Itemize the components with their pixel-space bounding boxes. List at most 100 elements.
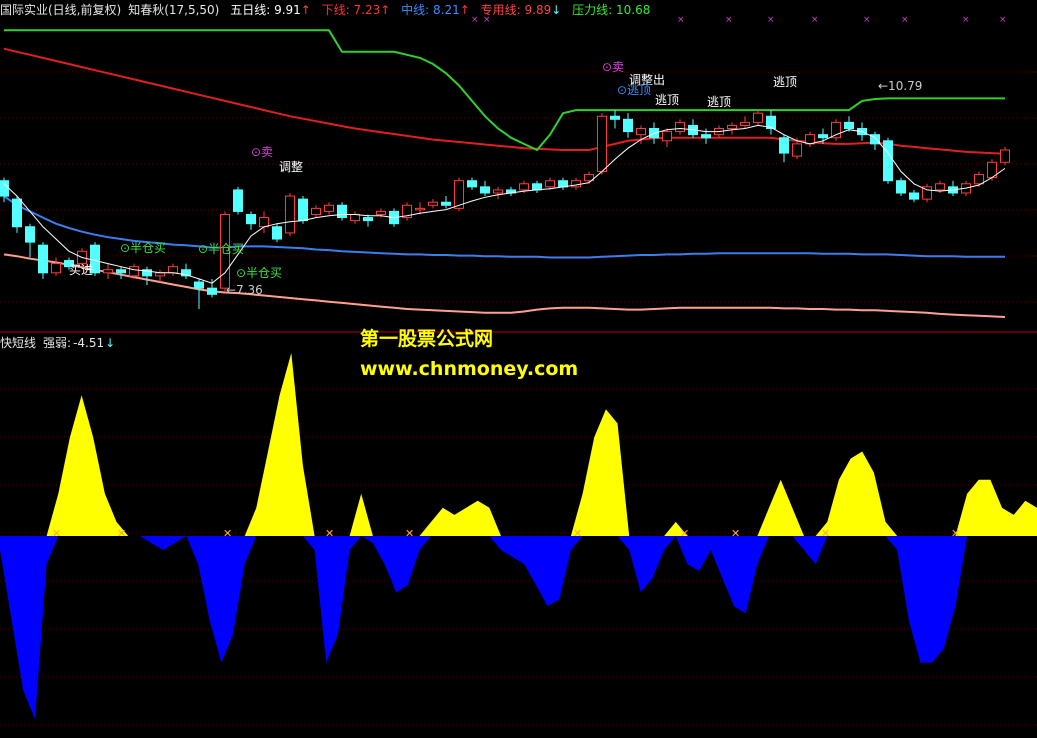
candle-up [519, 183, 529, 191]
ma5-line [3, 124, 1006, 284]
candle-down [610, 115, 620, 120]
top-signal-icon: × [811, 15, 819, 25]
candle-down [480, 186, 490, 194]
candle-down [337, 204, 347, 219]
strength-value: -4.51 [73, 336, 105, 350]
stock-title: 国际实业(日线,前复权) [0, 3, 122, 17]
mid-legend: 中线: 8.21↑ [401, 3, 470, 17]
mid-arrow-icon: ↑ [459, 3, 470, 17]
candle-up [727, 124, 737, 130]
candle-down [844, 121, 854, 130]
candle-up [324, 204, 334, 212]
candle-up [103, 269, 113, 274]
chart-annotation: ⊙逃顶 [617, 83, 652, 97]
candle-down [298, 198, 308, 222]
signal-marker-icon: ✕ [52, 526, 62, 540]
chart-annotation: ⊙半仓买 [120, 241, 167, 255]
oscillator-title: 快短线 [0, 336, 37, 350]
candle-down [441, 201, 451, 206]
candle-up [51, 263, 61, 274]
lower-legend: 下线: 7.23↑ [321, 3, 391, 17]
candle-down [246, 213, 256, 225]
candle-down [207, 287, 217, 295]
candle-down [701, 134, 711, 139]
strength-area-negative [0, 536, 1037, 719]
chart-annotation: ←7.36 [226, 283, 263, 297]
chart-annotation: ⊙半仓买 [198, 242, 245, 256]
chart-annotation: ⊙半仓买 [236, 266, 283, 280]
top-signal-icon: × [767, 15, 775, 25]
special-arrow-icon: ↓ [551, 3, 562, 17]
price-chart [0, 29, 1037, 333]
signal-marker-icon: ✕ [117, 526, 127, 540]
chart-annotation: 逃顶 [773, 75, 798, 89]
oscillator-header: 快短线 强弱: -4.51↓ [0, 335, 122, 351]
candle-up [740, 121, 750, 126]
ma5-arrow-icon: ↑ [300, 3, 311, 17]
candle-down [909, 192, 919, 200]
candle-up [168, 266, 178, 274]
candle-up [675, 121, 685, 133]
top-signal-icon: × [677, 15, 685, 25]
candle-up [350, 213, 360, 222]
chart-annotation: 逃顶 [655, 93, 680, 107]
candle-up [259, 217, 269, 228]
top-signal-icon: × [999, 15, 1007, 25]
candle-up [662, 131, 672, 142]
price-header: 国际实业(日线,前复权) 知春秋(17,5,50) 五日线: 9.91↑ 下线: … [0, 2, 657, 18]
candle-up [285, 195, 295, 234]
candle-up [753, 112, 763, 123]
signal-marker-icon: ✕ [405, 526, 415, 540]
candle-up [493, 189, 503, 194]
pressure-legend: 压力线: 10.68 [572, 3, 651, 17]
chart-annotation: ←10.79 [878, 79, 923, 93]
strength-area-positive [0, 353, 1037, 536]
candle-down [779, 137, 789, 154]
candle-up [129, 266, 139, 277]
strength-arrow-icon: ↓ [105, 336, 116, 350]
candle-down [0, 180, 9, 197]
special-line [3, 47, 1006, 155]
candle-up [974, 174, 984, 185]
top-signal-icon: × [863, 15, 871, 25]
chart-annotation: 买进 [69, 263, 94, 277]
candle-down [194, 281, 204, 289]
candle-up [311, 207, 321, 215]
signal-marker-icon: ✕ [573, 526, 583, 540]
candle-up [597, 115, 607, 172]
signal-marker-icon: ✕ [223, 526, 233, 540]
candle-up [415, 207, 425, 211]
oscillator-chart [0, 353, 1037, 726]
candle-up [1000, 149, 1010, 163]
candle-down [233, 189, 243, 212]
signal-marker-icon: ✕ [821, 526, 831, 540]
candle-down [623, 118, 633, 133]
watermark-url: www.chnmoney.com [360, 358, 579, 380]
candle-down [896, 180, 906, 194]
lower-arrow-icon: ↑ [380, 3, 391, 17]
candle-up [805, 134, 815, 145]
top-signal-icon: × [471, 15, 479, 25]
candle-down [272, 226, 282, 240]
candle-up [792, 143, 802, 157]
candle-down [558, 180, 568, 188]
strength-label: 强弱: [43, 336, 72, 350]
top-signal-icon: × [962, 15, 970, 25]
ma5-legend: 五日线: 9.91↑ [230, 3, 311, 17]
candle-down [818, 134, 828, 139]
candle-up [935, 183, 945, 191]
top-signal-icon: × [725, 15, 733, 25]
candle-down [883, 140, 893, 182]
top-signal-icon: × [901, 15, 909, 25]
signal-marker-icon: ✕ [951, 526, 961, 540]
candle-down [532, 183, 542, 191]
candle-up [376, 210, 386, 215]
candle-down [12, 198, 22, 228]
indicator-name: 知春秋(17,5,50) [128, 3, 220, 17]
chart-annotation: 调整 [279, 160, 304, 174]
signal-marker-icon: ✕ [325, 526, 335, 540]
candle-down [38, 244, 48, 274]
chart-annotation: 逃顶 [707, 95, 732, 109]
candle-down [363, 217, 373, 222]
signal-marker-icon: ✕ [731, 526, 741, 540]
